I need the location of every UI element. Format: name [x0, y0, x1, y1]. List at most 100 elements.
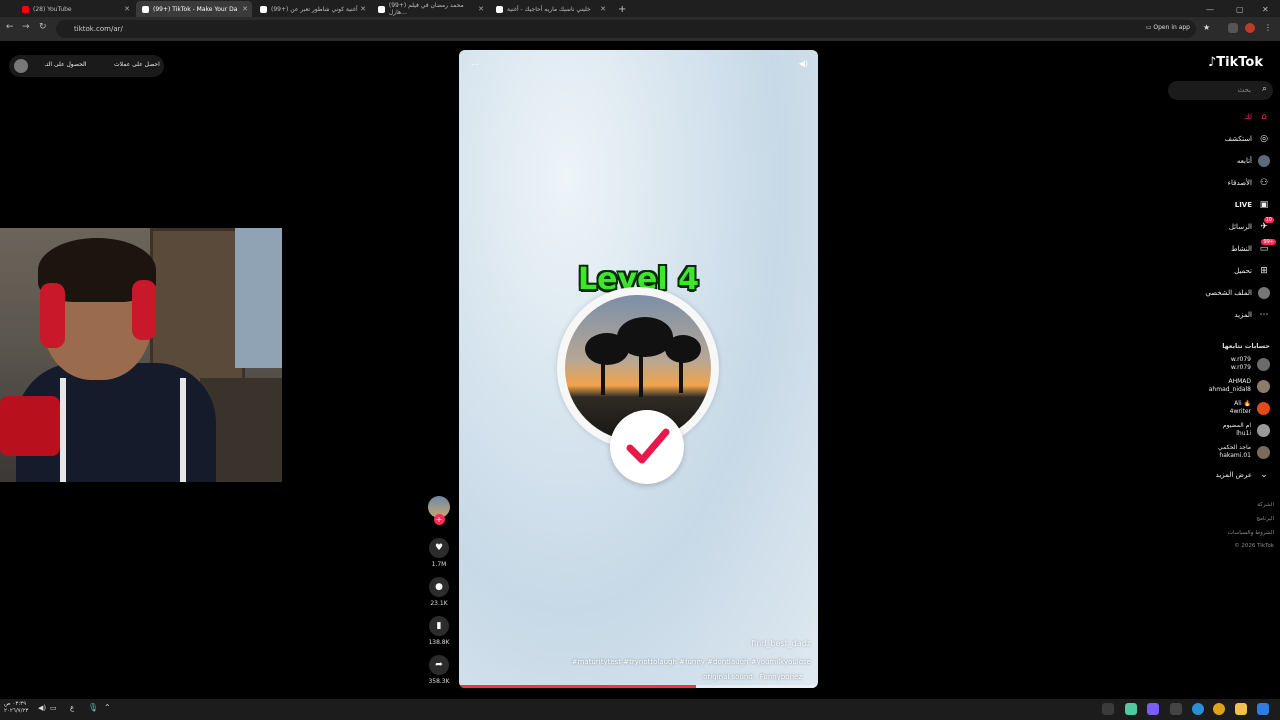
avatar: [1257, 445, 1270, 459]
star-icon[interactable]: ★: [1203, 23, 1213, 33]
account-handle: lhu1i: [1236, 430, 1251, 437]
file-explorer-icon[interactable]: [1235, 703, 1247, 715]
sidebar-item-following[interactable]: أتابعه: [1237, 154, 1270, 168]
share-button[interactable]: ➦ 358.3K: [426, 655, 452, 685]
sidebar-item-label: استكشف: [1224, 135, 1252, 143]
sidebar-item-activity[interactable]: النشاط ▭ 99+: [1231, 239, 1276, 256]
window-close-button[interactable]: ✕: [1256, 1, 1275, 17]
sidebar-item-label: تحميل: [1234, 267, 1252, 275]
home-icon: ⌂: [1261, 112, 1267, 122]
settings-icon[interactable]: [1170, 703, 1182, 715]
app-icon[interactable]: [1125, 703, 1137, 715]
checkmark-icon: [626, 428, 670, 464]
follow-plus-icon[interactable]: +: [433, 514, 445, 525]
menu-icon[interactable]: ⋮: [1264, 23, 1274, 33]
get-app-pill[interactable]: الحصول على التـ احصل على عملات: [9, 55, 164, 77]
tiktok-logo[interactable]: ♪TikTok: [1208, 55, 1263, 70]
open-in-app-button[interactable]: ▭ Open in app: [1146, 24, 1190, 31]
discord-icon[interactable]: [1147, 703, 1159, 715]
chrome-icon[interactable]: [1213, 703, 1225, 715]
close-icon[interactable]: ✕: [124, 5, 130, 13]
video-player[interactable]: ⋯ ◀) Level 4 find_best_dadz #maturitytes…: [459, 50, 818, 688]
url-input[interactable]: tiktok.com/ar/: [56, 20, 1196, 38]
new-tab-button[interactable]: +: [612, 1, 628, 17]
search-input[interactable]: بحث ⌕: [1168, 81, 1273, 100]
bookmark-button[interactable]: ▮ 138.8K: [426, 616, 452, 646]
search-icon[interactable]: ⌕: [1262, 84, 1267, 94]
footer-link[interactable]: البرنامج: [1256, 516, 1274, 522]
footer-link[interactable]: الشركة: [1257, 502, 1274, 508]
edge-icon[interactable]: [1192, 703, 1204, 715]
forward-icon[interactable]: →: [22, 22, 30, 32]
tab-youtube[interactable]: (28) YouTube ✕: [16, 1, 134, 17]
video-progress-bar[interactable]: [459, 685, 818, 688]
language-icon[interactable]: ع: [70, 704, 74, 712]
activity-badge: 99+: [1261, 239, 1276, 245]
video-progress-fill: [459, 685, 696, 688]
close-icon[interactable]: ✕: [242, 5, 248, 13]
following-account[interactable]: w.r079 w.r079: [1231, 355, 1270, 373]
sidebar-item-profile[interactable]: الملف الشخصي: [1205, 286, 1270, 300]
avatar-icon: [1258, 155, 1270, 167]
chevron-up-icon[interactable]: ⌃: [104, 703, 111, 712]
extension-icon[interactable]: [1228, 23, 1238, 33]
profile-avatar[interactable]: [1245, 23, 1255, 33]
maximize-button[interactable]: ▢: [1230, 1, 1250, 17]
tiktok-icon: [496, 5, 503, 13]
avatar: [1257, 401, 1270, 415]
sidebar-item-friends[interactable]: الأصدقاء ⚇: [1228, 176, 1270, 190]
sidebar-item-upload[interactable]: تحميل ⊞: [1234, 264, 1270, 278]
close-icon[interactable]: ✕: [600, 5, 606, 13]
more-options-icon[interactable]: ⋯: [471, 60, 479, 69]
avatar: [14, 59, 28, 73]
following-account[interactable]: ماجد الحكمي hakami.01: [1218, 443, 1270, 461]
minimize-button[interactable]: —: [1200, 1, 1220, 17]
like-button[interactable]: ♥ 1.7M: [426, 538, 452, 568]
tree-trunk: [639, 347, 643, 397]
sidebar-item-messages[interactable]: الرسائل ✈ 10: [1229, 217, 1274, 234]
clock-time: ٠٣:٣٩ ص: [4, 701, 27, 707]
close-icon[interactable]: ✕: [478, 5, 484, 13]
volume-icon[interactable]: ◀): [799, 59, 808, 68]
see-more-button[interactable]: عرض المزيد ⌄: [1216, 468, 1270, 482]
creator-avatar[interactable]: +: [426, 496, 452, 525]
account-handle: ahmad_nidal8: [1208, 386, 1251, 393]
tiktok-icon: [378, 5, 385, 13]
windows-start-icon[interactable]: [1257, 703, 1269, 715]
app-icon[interactable]: [1102, 703, 1114, 715]
following-account[interactable]: ام المضيوم lhu1i: [1223, 421, 1270, 439]
footer-copyright: © 2026 TikTok: [1234, 543, 1274, 549]
sidebar-item-foryou[interactable]: لك ⌂: [1244, 110, 1270, 124]
video-sound[interactable]: original sound - Funnybonez: [703, 673, 802, 681]
share-icon: ➦: [429, 655, 449, 675]
chevron-down-icon: ⌄: [1260, 470, 1268, 480]
avatar: [1257, 379, 1270, 393]
sidebar-item-label: الملف الشخصي: [1205, 289, 1252, 297]
tab-video-4[interactable]: خليني ناسيك ماريه أحاجيك - أغنية ✕: [490, 1, 610, 17]
sidebar-item-more[interactable]: المزيد ⋯: [1234, 308, 1270, 322]
network-icon[interactable]: ▭: [50, 704, 57, 712]
clock[interactable]: ٠٣:٣٩ ص ٢٠٢٦/٧/٢٣: [4, 701, 28, 715]
comment-button[interactable]: ● 23.1K: [426, 577, 452, 607]
microphone-icon[interactable]: 🎙: [88, 703, 98, 712]
jacket-stripe: [60, 378, 66, 482]
close-icon[interactable]: ✕: [360, 5, 366, 13]
tab-video-3[interactable]: (99+) محمد رمضان في فيلم هارل... ✕: [372, 1, 488, 17]
sidebar-item-live[interactable]: LIVE ▣: [1235, 198, 1270, 212]
tab-tiktok[interactable]: (99+) TikTok - Make Your Da ✕: [136, 1, 252, 17]
youtube-icon: [22, 5, 29, 13]
live-icon: ▣: [1259, 200, 1269, 210]
avatar: [1257, 423, 1270, 437]
back-icon[interactable]: ←: [6, 22, 14, 32]
following-account[interactable]: Ali 🔥 4writer: [1230, 399, 1270, 417]
reload-icon[interactable]: ↻: [39, 22, 47, 32]
sidebar-item-explore[interactable]: استكشف ◎: [1225, 132, 1270, 146]
video-hashtags[interactable]: #maturitytest #trynottolaugh #funny #don…: [572, 658, 811, 666]
tab-video-2[interactable]: (99+) أغنية كوني شاطور تعبر عن ✕: [254, 1, 370, 17]
browser-tab-bar: (28) YouTube ✕ (99+) TikTok - Make Your …: [0, 0, 1280, 17]
footer-link[interactable]: الشروط والسياسات: [1228, 530, 1274, 536]
following-account[interactable]: AHMAD ahmad_nidal8: [1209, 377, 1270, 395]
volume-icon[interactable]: ◀): [38, 704, 46, 712]
video-username[interactable]: find_best_dadz: [751, 639, 811, 648]
bookmark-icon: ▮: [429, 616, 449, 636]
